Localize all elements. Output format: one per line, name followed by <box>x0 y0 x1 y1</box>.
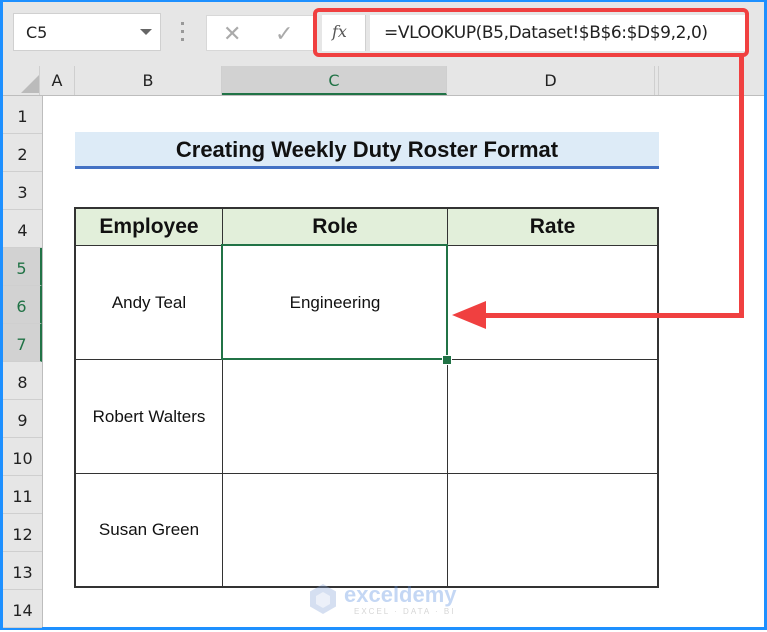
watermark-name: exceldemy <box>344 582 457 607</box>
row-header-6[interactable]: 6 <box>3 286 42 324</box>
row-header-11[interactable]: 11 <box>3 476 42 514</box>
row-header-3[interactable]: 3 <box>3 172 42 210</box>
watermark-tagline: EXCEL · DATA · BI <box>354 607 456 616</box>
column-header-d[interactable]: D <box>447 66 655 95</box>
column-header-bar: A B C D <box>3 66 764 96</box>
cell-employee[interactable]: Susan Green <box>74 473 223 588</box>
formula-buttons: ✕ ✓ <box>206 15 314 51</box>
select-all-button[interactable] <box>3 66 40 95</box>
watermark: exceldemy EXCEL · DATA · BI <box>310 582 470 622</box>
column-header-c[interactable]: C <box>222 66 447 95</box>
row-header-9[interactable]: 9 <box>3 400 42 438</box>
row-header-14[interactable]: 14 <box>3 590 42 628</box>
select-all-triangle-icon <box>21 75 39 93</box>
cell-employee[interactable]: Robert Walters <box>74 359 223 474</box>
header-rate[interactable]: Rate <box>447 207 659 246</box>
column-header-a[interactable]: A <box>40 66 75 95</box>
sheet-title[interactable]: Creating Weekly Duty Roster Format <box>75 132 659 169</box>
header-role[interactable]: Role <box>222 207 448 246</box>
row-header-7[interactable]: 7 <box>3 324 42 362</box>
row-header-1[interactable]: 1 <box>3 96 42 134</box>
header-employee[interactable]: Employee <box>74 207 223 246</box>
row-header-12[interactable]: 12 <box>3 514 42 552</box>
name-box[interactable]: C5 <box>13 13 161 51</box>
cell-role[interactable] <box>222 473 448 588</box>
drag-handle-icon[interactable] <box>181 22 184 44</box>
column-header-divider <box>655 66 659 95</box>
cancel-icon[interactable]: ✕ <box>223 21 241 47</box>
annotation-arrow-line <box>470 313 744 318</box>
row-header-bar: 1 2 3 4 5 6 7 8 9 10 11 12 13 14 <box>3 96 43 628</box>
annotation-arrow-line <box>739 53 744 318</box>
name-box-value: C5 <box>26 23 48 42</box>
row-header-5[interactable]: 5 <box>3 248 42 286</box>
chevron-down-icon[interactable] <box>140 29 152 35</box>
row-header-4[interactable]: 4 <box>3 210 42 248</box>
exceldemy-logo-icon <box>310 584 336 614</box>
row-header-2[interactable]: 2 <box>3 134 42 172</box>
arrow-left-icon <box>452 301 486 329</box>
fill-handle[interactable] <box>442 355 452 365</box>
cell-role[interactable] <box>222 359 448 474</box>
column-header-b[interactable]: B <box>75 66 222 95</box>
row-header-8[interactable]: 8 <box>3 362 42 400</box>
row-header-13[interactable]: 13 <box>3 552 42 590</box>
formula-highlight-box <box>313 8 749 57</box>
cell-rate[interactable] <box>447 359 659 474</box>
row-header-10[interactable]: 10 <box>3 438 42 476</box>
cell-employee[interactable]: Andy Teal <box>74 245 223 360</box>
cell-rate[interactable] <box>447 473 659 588</box>
active-cell-selection <box>221 244 448 360</box>
enter-icon[interactable]: ✓ <box>275 21 293 47</box>
